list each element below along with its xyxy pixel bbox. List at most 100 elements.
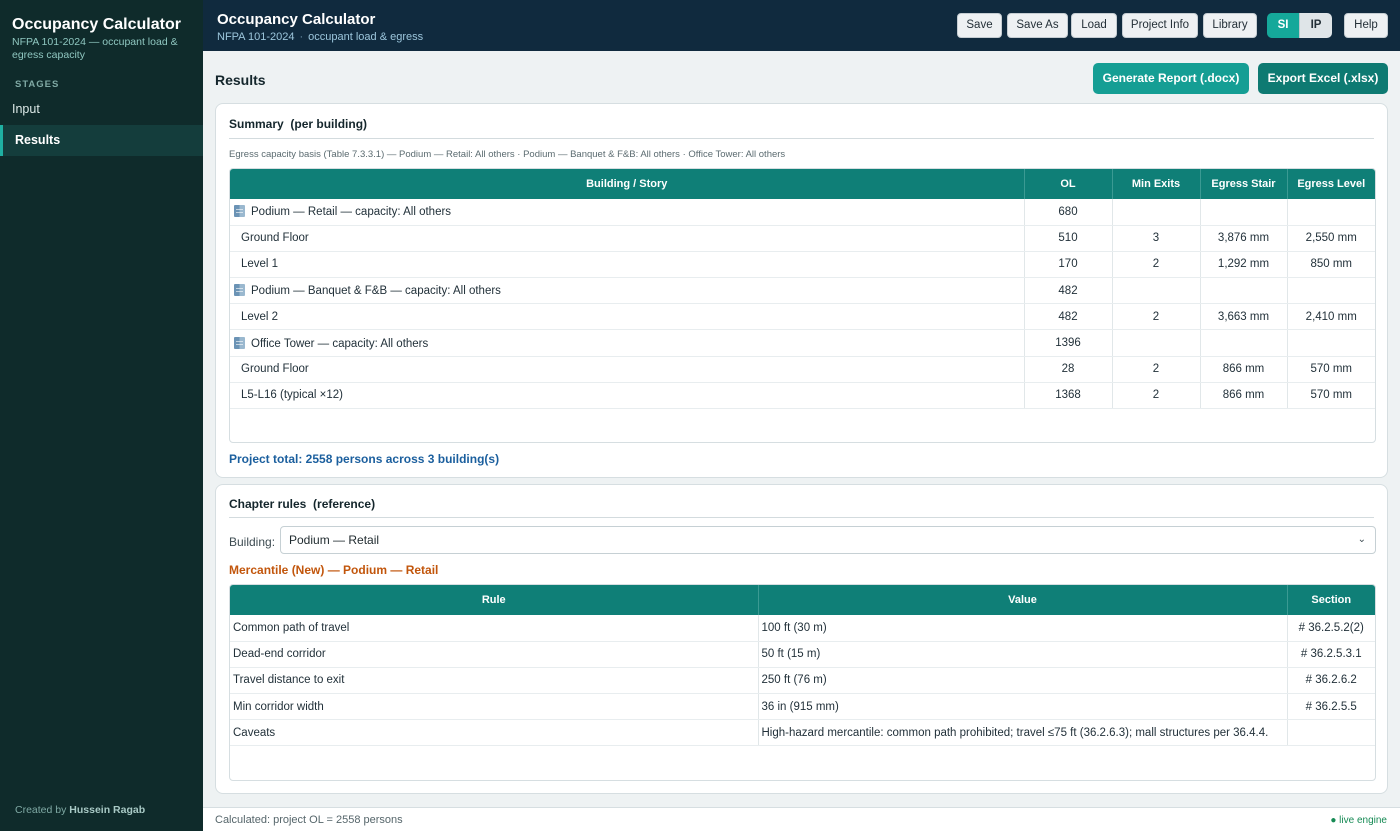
story-name: Level 2 [230,303,1025,331]
unit-ip-button[interactable]: IP [1299,13,1332,38]
top-bar: Occupancy Calculator NFPA 101-2024 · occup… [203,0,1400,51]
sidebar-item-results[interactable]: Results [0,125,203,156]
ol-cell: 482 [1024,303,1113,331]
help-button[interactable]: Help [1344,13,1388,38]
ol-cell: 170 [1024,251,1113,279]
exits-cell: 3 [1112,225,1201,252]
capacity-basis-note: Egress capacity basis (Table 7.3.3.1) — … [229,149,786,160]
value-cell: 250 ft (76 m) [758,667,1288,695]
subtitle-desc: occupant load & egress [308,31,424,43]
chapter-heading-text: Chapter rules [229,497,307,511]
exits-cell: 2 [1112,303,1201,331]
table-row[interactable]: Min corridor width 36 in (915 mm) # 36.2… [230,693,1375,721]
project-info-button[interactable]: Project Info [1122,13,1198,38]
sidebar-item-input[interactable]: Input [0,94,203,125]
story-name: Ground Floor [230,225,1025,252]
col-header-ol[interactable]: OL [1024,169,1113,199]
col-header-egress-level[interactable]: Egress Level [1287,169,1375,199]
status-calc: Calculated: project OL = 2558 persons [215,814,403,826]
level-cell [1287,329,1375,357]
load-button[interactable]: Load [1071,13,1117,38]
save-as-button[interactable]: Save As [1007,13,1068,38]
exits-cell: 2 [1112,382,1201,410]
table-row[interactable]: Level 2 482 2 3,663 mm 2,410 mm [230,303,1375,331]
ol-cell: 1396 [1024,329,1113,357]
stair-cell [1200,329,1288,357]
building-icon [234,205,245,218]
table-row[interactable]: Ground Floor 28 2 866 mm 570 mm [230,356,1375,383]
divider [229,138,1374,139]
story-name: L5-L16 (typical ×12) [230,382,1025,410]
table-row[interactable]: Dead-end corridor 50 ft (15 m) # 36.2.5.… [230,641,1375,668]
building-icon [234,284,245,297]
subtitle-separator: · [299,31,304,43]
value-cell: 36 in (915 mm) [758,693,1288,721]
building-select-value: Podium — Retail [289,533,380,547]
story-name: Level 1 [230,251,1025,279]
table-row[interactable]: Podium — Retail — capacity: All others 6… [230,199,1375,226]
stages-label: STAGES [15,79,60,90]
rule-cell: Dead-end corridor [230,641,759,668]
table-row[interactable]: Podium — Banquet & F&B — capacity: All o… [230,277,1375,305]
save-button[interactable]: Save [957,13,1002,38]
building-icon [234,336,245,349]
chevron-down-icon: ⌄ [1357,534,1366,545]
table-row[interactable]: Caveats High-hazard mercantile: common p… [230,719,1375,747]
stair-cell: 1,292 mm [1200,251,1288,279]
col-header-rule[interactable]: Rule [230,585,759,615]
col-header-egress-stair[interactable]: Egress Stair [1200,169,1288,199]
level-cell: 2,550 mm [1287,225,1375,252]
summary-heading: Summary (per building) [229,117,367,131]
table-row[interactable]: Ground Floor 510 3 3,876 mm 2,550 mm [230,225,1375,252]
summary-table-container: Building / Story OL Min Exits Egress Sta… [229,168,1376,443]
summary-heading-hint: (per building) [290,117,368,131]
stair-cell: 866 mm [1200,356,1288,383]
stair-cell: 866 mm [1200,382,1288,410]
rules-header-row: Rule Value Section [230,585,1375,615]
unit-si-button[interactable]: SI [1267,13,1299,38]
app-subtitle: NFPA 101-2024 — occupant load & egress c… [12,36,178,61]
credit: Created by Hussein Ragab [15,804,145,816]
rule-cell: Common path of travel [230,615,759,642]
level-cell [1287,277,1375,305]
value-cell: 100 ft (30 m) [758,615,1288,642]
sidebar: Occupancy Calculator NFPA 101-2024 — occ… [0,0,203,831]
section-cell: # 36.2.6.2 [1287,667,1375,695]
building-name: Podium — Retail — capacity: All others [251,206,452,219]
chapter-rules-card: Chapter rules (reference) Building: Podi… [215,484,1388,794]
building-select[interactable]: Podium — Retail ⌄ [280,526,1376,554]
level-cell: 570 mm [1287,356,1375,383]
section-cell [1287,719,1375,747]
divider [229,517,1374,518]
chapter-heading: Chapter rules (reference) [229,497,375,511]
col-header-value[interactable]: Value [758,585,1288,615]
exits-cell: 2 [1112,251,1201,279]
chapter-heading-hint: (reference) [313,497,376,511]
col-header-section[interactable]: Section [1287,585,1375,615]
ol-cell: 680 [1024,199,1113,226]
app-title: Occupancy Calculator [12,16,181,33]
story-name: Ground Floor [230,356,1025,383]
section-cell: # 36.2.5.5 [1287,693,1375,721]
ol-cell: 1368 [1024,382,1113,410]
exits-cell [1112,199,1201,226]
section-cell: # 36.2.5.3.1 [1287,641,1375,668]
level-cell [1287,199,1375,226]
ol-cell: 510 [1024,225,1113,252]
library-button[interactable]: Library [1203,13,1257,38]
live-engine-indicator: ● live engine [1330,815,1387,826]
table-row[interactable]: Level 1 170 2 1,292 mm 850 mm [230,251,1375,279]
generate-report-button[interactable]: Generate Report (.docx) [1093,63,1249,94]
level-cell: 850 mm [1287,251,1375,279]
page-subtitle: NFPA 101-2024 · occupant load & egress [217,31,423,43]
col-header-min-exits[interactable]: Min Exits [1112,169,1201,199]
value-cell: 50 ft (15 m) [758,641,1288,668]
table-row[interactable]: L5-L16 (typical ×12) 1368 2 866 mm 570 m… [230,382,1375,410]
summary-header-row: Building / Story OL Min Exits Egress Sta… [230,169,1375,199]
table-row[interactable]: Office Tower — capacity: All others 1396 [230,329,1375,357]
table-row[interactable]: Travel distance to exit 250 ft (76 m) # … [230,667,1375,695]
stair-cell: 3,663 mm [1200,303,1288,331]
export-excel-button[interactable]: Export Excel (.xlsx) [1258,63,1388,94]
col-header-building[interactable]: Building / Story [230,169,1025,199]
table-row[interactable]: Common path of travel 100 ft (30 m) # 36… [230,615,1375,642]
